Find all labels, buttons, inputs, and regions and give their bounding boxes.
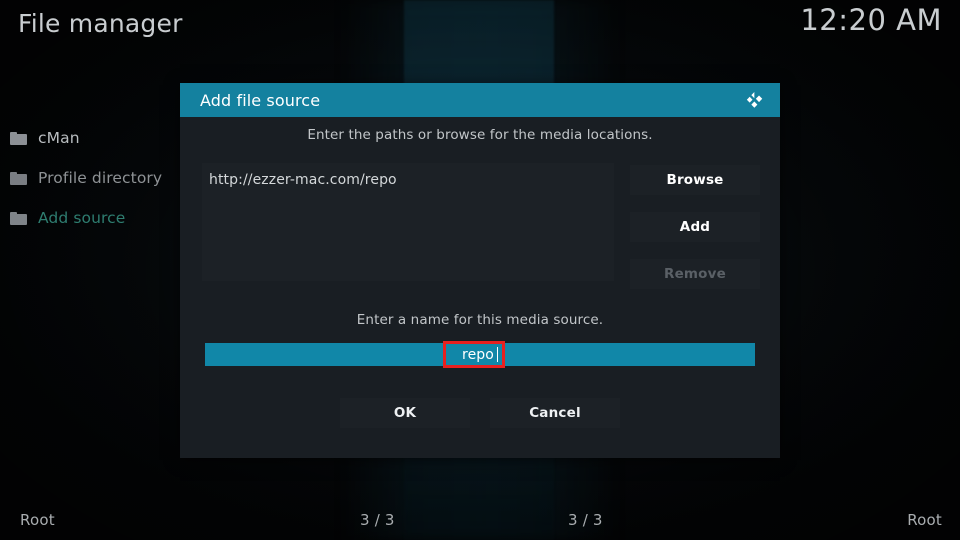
status-left-count: 3 / 3 bbox=[360, 511, 395, 529]
add-button[interactable]: Add bbox=[630, 212, 760, 242]
folder-icon bbox=[10, 131, 27, 145]
source-name-value: repo bbox=[462, 346, 498, 363]
add-file-source-dialog: Add file source Enter the paths or brows… bbox=[180, 83, 780, 458]
remove-button: Remove bbox=[630, 259, 760, 289]
folder-icon bbox=[10, 171, 27, 185]
page-title: File manager bbox=[18, 9, 183, 38]
dialog-title-bar: Add file source bbox=[180, 83, 780, 117]
status-right-count: 3 / 3 bbox=[568, 511, 603, 529]
paths-listbox[interactable]: http://ezzer-mac.com/repo bbox=[202, 163, 614, 281]
status-right-path: Root bbox=[907, 511, 942, 529]
browse-button[interactable]: Browse bbox=[630, 165, 760, 195]
source-name-input[interactable]: repo bbox=[205, 343, 755, 366]
kodi-logo-icon bbox=[746, 92, 763, 108]
status-left-path: Root bbox=[20, 511, 55, 529]
dialog-title: Add file source bbox=[200, 91, 321, 110]
list-item[interactable]: http://ezzer-mac.com/repo bbox=[209, 172, 397, 188]
sidebar-item-profile-directory[interactable]: Profile directory bbox=[0, 158, 200, 198]
paths-hint-label: Enter the paths or browse for the media … bbox=[307, 127, 653, 143]
text-caret bbox=[496, 346, 498, 362]
name-hint-label: Enter a name for this media source. bbox=[356, 312, 604, 328]
clock: 12:20 AM bbox=[800, 3, 942, 37]
kodi-screen: File manager 12:20 AM cMan Profile direc… bbox=[0, 0, 960, 540]
status-bar: Root 3 / 3 3 / 3 Root bbox=[0, 503, 960, 537]
file-source-list: cMan Profile directory Add source bbox=[0, 118, 200, 238]
top-bar: File manager 12:20 AM bbox=[0, 0, 960, 48]
sidebar-item-label: Add source bbox=[38, 209, 126, 227]
sidebar-item-label: cMan bbox=[38, 129, 80, 147]
folder-icon bbox=[10, 211, 27, 225]
sidebar-item-label: Profile directory bbox=[38, 169, 163, 187]
ok-button[interactable]: OK bbox=[340, 398, 470, 428]
sidebar-item-cman[interactable]: cMan bbox=[0, 118, 200, 158]
cancel-button[interactable]: Cancel bbox=[490, 398, 620, 428]
sidebar-item-add-source[interactable]: Add source bbox=[0, 198, 200, 238]
